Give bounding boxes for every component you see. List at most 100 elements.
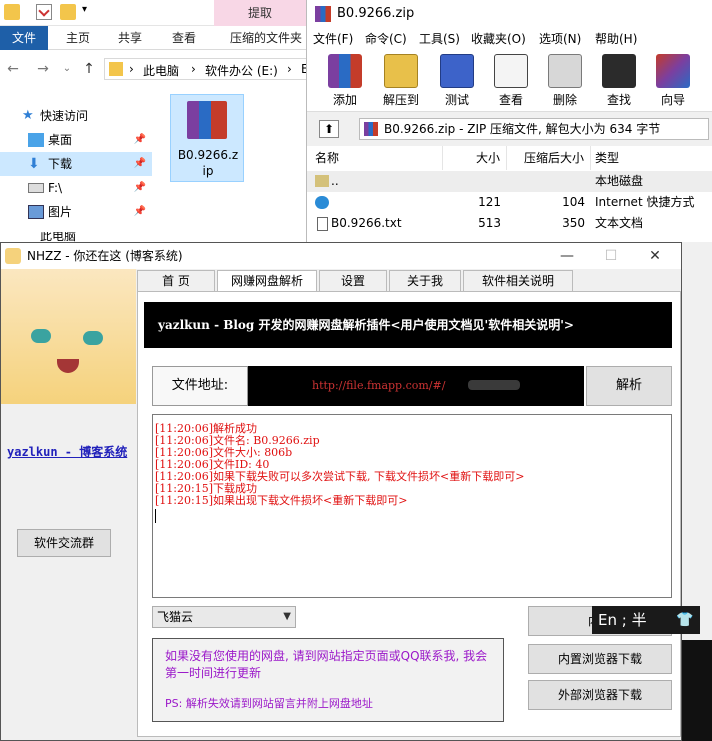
ime-indicator[interactable]: En ; 半 👕 — [592, 606, 700, 634]
pin-icon[interactable]: 📌 — [134, 128, 146, 152]
info-notice: 如果没有您使用的网盘, 请到网站指定页面或QQ联系我, 我会第一时间进行更新 P… — [152, 638, 504, 722]
find-binoculars-icon — [602, 54, 636, 88]
table-row[interactable]: 121 104 Internet 快捷方式 — [307, 192, 712, 213]
breadcrumb-this-pc[interactable]: 此电脑 — [143, 62, 179, 79]
ribbon-tab-file[interactable]: 文件 — [0, 26, 48, 50]
download-icon: ⬇ — [28, 156, 40, 172]
pin-icon[interactable]: 📌 — [134, 152, 146, 176]
menu-file[interactable]: 文件(F) — [313, 28, 353, 50]
tab-netdisk-parse[interactable]: 网赚网盘解析 — [217, 270, 317, 292]
qat-dropdown-icon[interactable]: ▾ — [82, 4, 87, 15]
extract-to-button[interactable]: 解压到 — [373, 52, 429, 110]
table-row[interactable]: B0.9266.txt 513 350 文本文档 — [307, 213, 712, 234]
minimize-icon[interactable]: — — [545, 243, 589, 269]
tshirt-icon[interactable]: 👕 — [676, 606, 693, 634]
ribbon-tab-share[interactable]: 共享 — [110, 26, 150, 50]
menu-favorites[interactable]: 收藏夹(O) — [471, 28, 526, 50]
forward-arrow-icon[interactable]: → — [34, 60, 52, 78]
breadcrumb-sep: › — [287, 62, 292, 76]
ribbon-tab-home[interactable]: 主页 — [58, 26, 98, 50]
external-browser-download-button[interactable]: 外部浏览器下载 — [528, 680, 672, 710]
close-icon[interactable]: ✕ — [633, 243, 677, 269]
ribbon-tab-view[interactable]: 查看 — [164, 26, 204, 50]
menu-tools[interactable]: 工具(S) — [419, 28, 460, 50]
internet-shortcut-icon — [315, 196, 329, 209]
breadcrumb-sep: › — [191, 62, 196, 76]
pin-icon[interactable]: 📌 — [134, 176, 146, 200]
anime-avatar-image — [1, 269, 136, 404]
file-address-input[interactable]: http://file.fmapp.com/#/ — [248, 366, 584, 406]
tool-label: 解压到 — [382, 93, 419, 107]
sidebar-item-label: 下载 — [48, 157, 73, 171]
winrar-app-icon — [315, 6, 331, 22]
chat-group-button[interactable]: 软件交流群 — [17, 529, 111, 557]
tab-home[interactable]: 首 页 — [137, 270, 215, 292]
builtin-browser-download-button[interactable]: 内置浏览器下载 — [528, 644, 672, 674]
test-button[interactable]: 测试 — [429, 52, 485, 110]
archive-path-text: B0.9266.zip - ZIP 压缩文件, 解包大小为 634 字节 — [384, 122, 661, 136]
cell-type: 本地磁盘 — [595, 174, 644, 188]
pictures-icon — [28, 205, 44, 219]
folder-icon[interactable] — [4, 4, 20, 20]
explorer-titlebar: ▾ 提取 — [0, 0, 320, 26]
netdisk-select[interactable]: 飞猫云 ▼ — [152, 606, 296, 628]
extract-tab[interactable]: 提取 — [214, 0, 306, 26]
menu-commands[interactable]: 命令(C) — [365, 28, 407, 50]
add-button[interactable]: 添加 — [317, 52, 373, 110]
sidebar-item-label: 快速访问 — [40, 109, 89, 123]
table-row[interactable]: .. 本地磁盘 — [307, 171, 712, 192]
desktop-icon — [28, 133, 44, 147]
tool-label: 删除 — [552, 93, 577, 107]
back-arrow-icon[interactable]: ← — [4, 60, 22, 78]
sidebar-item-pictures[interactable]: 图片 📌 — [0, 200, 152, 224]
parse-button[interactable]: 解析 — [586, 366, 672, 406]
app-avatar-icon — [5, 248, 21, 264]
sidebar-item-desktop[interactable]: 桌面 📌 — [0, 128, 152, 152]
tab-software-notes[interactable]: 软件相关说明 — [463, 270, 573, 292]
tab-about[interactable]: 关于我 — [389, 270, 461, 292]
zip-file-tile[interactable]: B0.9266.zip — [170, 94, 244, 182]
avatar-mouth — [57, 359, 79, 373]
breadcrumb-drive[interactable]: 软件办公 (E:) — [205, 62, 278, 79]
view-button[interactable]: 查看 — [483, 52, 539, 110]
redacted-blur — [468, 380, 520, 390]
winrar-toolbar: 添加 解压到 测试 查看 删除 查找 向导 — [307, 50, 712, 112]
cell-size: 513 — [478, 216, 501, 230]
column-type[interactable]: 类型 — [591, 146, 712, 170]
wizard-button[interactable]: 向导 — [645, 52, 701, 110]
explorer-address-row: ← → ⌄ ↑ › 此电脑 › 软件办公 (E:) › E — [0, 52, 310, 86]
maximize-icon[interactable]: ☐ — [589, 243, 633, 269]
column-name[interactable]: 名称 — [307, 146, 443, 170]
delete-button[interactable]: 删除 — [537, 52, 593, 110]
pin-icon[interactable]: 📌 — [134, 200, 146, 224]
explorer-address-bar[interactable]: › 此电脑 › 软件办公 (E:) › E — [104, 58, 310, 80]
column-size[interactable]: 大小 — [443, 146, 507, 170]
menu-options[interactable]: 选项(N) — [539, 28, 581, 50]
new-folder-icon[interactable] — [60, 4, 76, 20]
blog-link[interactable]: yazlkun - 博客系统 — [7, 443, 127, 460]
tab-settings[interactable]: 设置 — [319, 270, 387, 292]
find-button[interactable]: 查找 — [591, 52, 647, 110]
menu-help[interactable]: 帮助(H) — [595, 28, 637, 50]
up-folder-icon[interactable]: ⬆ — [319, 120, 339, 138]
sidebar-item-drive-f[interactable]: F:\ 📌 — [0, 176, 152, 200]
ribbon-tab-compressed-folder[interactable]: 压缩的文件夹 — [222, 26, 310, 50]
cell-size: 121 — [478, 195, 501, 209]
tool-label: 向导 — [660, 93, 685, 107]
recent-dropdown-icon[interactable]: ⌄ — [58, 60, 76, 78]
netdisk-select-value: 飞猫云 — [157, 610, 194, 624]
folder-icon — [315, 175, 329, 187]
properties-icon[interactable] — [36, 4, 52, 20]
file-address-label: 文件地址: — [152, 366, 248, 406]
parse-log-output[interactable]: [11:20:06]解析成功 [11:20:06]文件名: B0.9266.zi… — [152, 414, 672, 598]
sidebar-item-quick-access[interactable]: ★ 快速访问 — [0, 104, 152, 128]
column-packed[interactable]: 压缩后大小 — [507, 146, 591, 170]
breadcrumb-sep: › — [129, 62, 134, 76]
sidebar-item-downloads[interactable]: ⬇ 下载 📌 — [0, 152, 152, 176]
archive-path-field[interactable]: B0.9266.zip - ZIP 压缩文件, 解包大小为 634 字节 — [359, 118, 709, 140]
cell-name: .. — [331, 174, 339, 188]
star-icon: ★ — [22, 108, 34, 123]
explorer-ribbon: 文件 主页 共享 查看 压缩的文件夹 — [0, 26, 310, 50]
tool-label: 添加 — [332, 93, 357, 107]
up-arrow-icon[interactable]: ↑ — [80, 60, 98, 78]
